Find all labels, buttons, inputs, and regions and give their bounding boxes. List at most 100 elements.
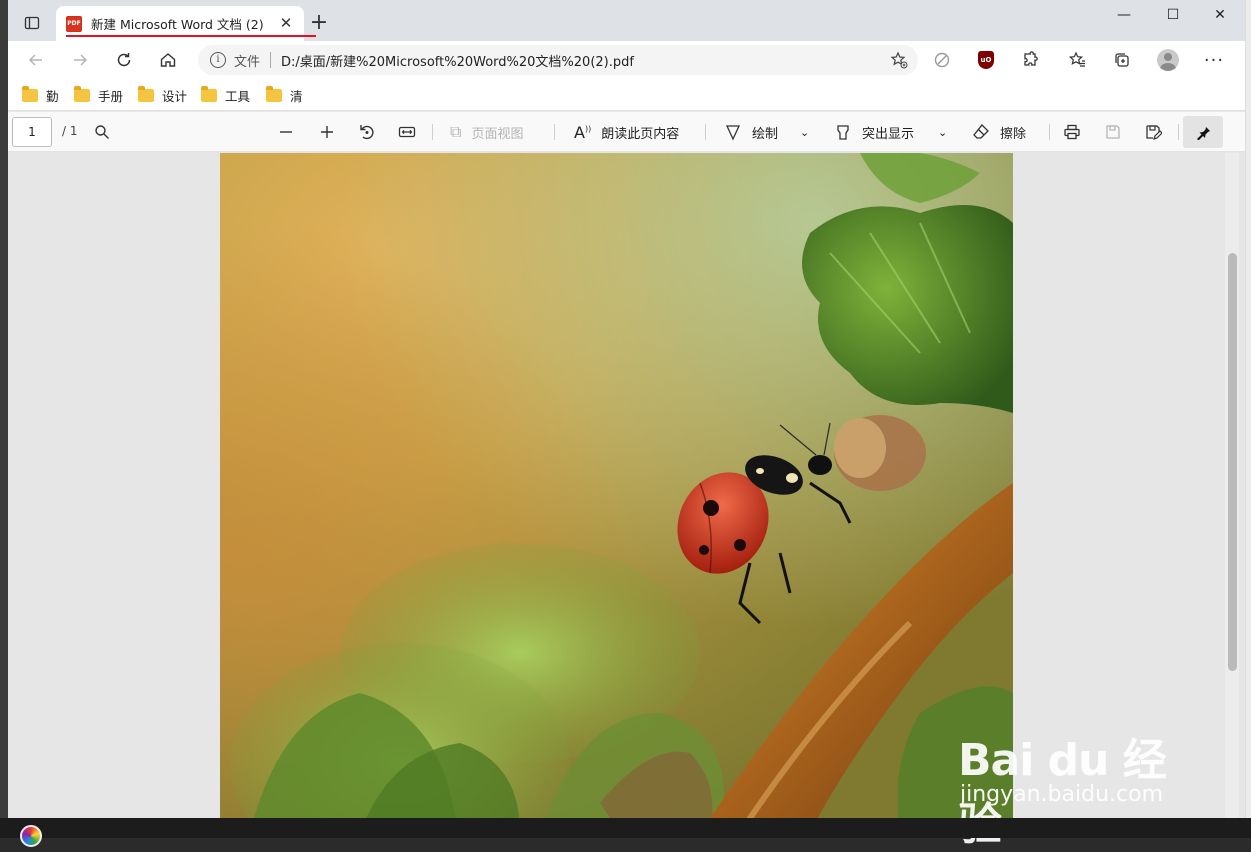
profile-button[interactable] <box>1156 49 1180 71</box>
zoom-in-button[interactable] <box>319 121 335 143</box>
close-window-button[interactable]: ✕ <box>1197 0 1243 30</box>
page-total: / 1 <box>62 124 78 138</box>
maximize-button[interactable]: ☐ <box>1150 0 1196 30</box>
tracking-icon <box>934 52 950 68</box>
taskbar <box>0 818 1251 847</box>
save-as-icon <box>1146 125 1162 140</box>
zoom-out-icon <box>280 131 292 133</box>
folder-icon <box>22 85 38 102</box>
folder-icon <box>138 85 154 102</box>
find-button[interactable] <box>94 121 110 143</box>
folder-icon <box>74 85 90 102</box>
pdf-icon: PDF <box>66 15 82 32</box>
bookmark-folder-5[interactable]: 清 <box>266 85 303 105</box>
read-aloud-button[interactable]: A)) 朗读此页内容 <box>574 121 679 143</box>
minimize-button[interactable]: — <box>1101 0 1147 30</box>
draw-label: 绘制 <box>752 126 779 142</box>
extensions-button[interactable] <box>1018 49 1042 71</box>
tab-bar: PDF 新建 Microsoft Word 文档 (2).pdf ✕ + — ☐… <box>8 0 1245 41</box>
bookmark-label: 手册 <box>98 88 124 104</box>
bookmark-folder-1[interactable]: 勤 <box>22 85 59 105</box>
address-bar[interactable]: i 文件 D:/桌面/新建%20Microsoft%20Word%20文档%20… <box>198 45 918 75</box>
background-window-edge <box>1245 0 1251 820</box>
save-icon <box>1106 125 1120 139</box>
scrollbar-thumb[interactable] <box>1228 253 1237 671</box>
page-view-button[interactable]: ⧉ 页面视图 <box>450 121 523 143</box>
info-icon[interactable]: i <box>210 52 226 68</box>
ublock-icon: uO <box>978 51 994 69</box>
toolbar-divider <box>554 124 555 140</box>
refresh-button[interactable] <box>110 47 138 73</box>
forward-arrow-icon <box>74 54 88 66</box>
back-button[interactable] <box>22 47 50 73</box>
add-favorite-icon[interactable] <box>890 51 908 73</box>
bookmark-folder-2[interactable]: 手册 <box>74 85 123 105</box>
ladybug-photo <box>220 153 1013 818</box>
watermark-url: jingyan.baidu.com <box>960 782 1164 807</box>
home-icon <box>160 53 176 67</box>
favorites-button[interactable] <box>1066 49 1090 71</box>
toolbar-divider <box>1049 124 1050 140</box>
save-button[interactable] <box>1104 121 1122 143</box>
tab-active[interactable]: PDF 新建 Microsoft Word 文档 (2).pdf ✕ <box>56 6 316 41</box>
print-button[interactable] <box>1063 121 1081 143</box>
page-number-input[interactable]: 1 <box>12 117 52 147</box>
print-icon <box>1064 124 1080 140</box>
more-button[interactable]: ··· <box>1202 49 1226 71</box>
tab-title: 新建 Microsoft Word 文档 (2).pdf <box>91 17 263 32</box>
erase-button[interactable]: 擦除 <box>972 121 1026 143</box>
bookmark-folder-3[interactable]: 设计 <box>138 85 187 105</box>
draw-button[interactable]: 绘制 <box>724 121 778 143</box>
highlight-options-button[interactable]: ⌄ <box>938 121 947 143</box>
forward-button[interactable] <box>66 47 94 73</box>
tracking-prevention-button[interactable] <box>930 49 954 71</box>
draw-options-button[interactable]: ⌄ <box>800 121 809 143</box>
address-divider <box>270 52 272 68</box>
highlight-label: 突出显示 <box>862 126 915 142</box>
fit-width-button[interactable] <box>398 121 416 143</box>
url-text[interactable]: D:/桌面/新建%20Microsoft%20Word%20文档%20(2).p… <box>281 51 634 70</box>
back-arrow-icon <box>28 54 42 66</box>
start-button-icon[interactable] <box>20 825 42 847</box>
erase-icon <box>973 124 989 139</box>
rotate-icon <box>360 125 374 140</box>
pin-icon <box>1197 125 1210 140</box>
ublock-extension-button[interactable]: uO <box>974 49 998 71</box>
bookmark-folder-4[interactable]: 工具 <box>201 85 250 105</box>
page-view-label: 页面视图 <box>471 126 524 142</box>
bookmark-label: 工具 <box>225 88 251 104</box>
save-as-button[interactable] <box>1144 121 1162 143</box>
highlight-button[interactable]: 突出显示 <box>834 121 914 143</box>
profile-icon <box>1157 49 1179 71</box>
page-view-icon: ⧉ <box>450 122 462 141</box>
tab-actions-button[interactable] <box>18 10 46 36</box>
new-tab-button[interactable]: + <box>304 10 334 38</box>
zoom-in-icon <box>321 126 333 138</box>
folder-icon <box>201 85 217 102</box>
bookmark-label: 设计 <box>162 88 188 104</box>
pdf-toolbar: 1 / 1 ⧉ 页面视图 A)) 朗读此页内容 绘制 ⌄ 突出显示 ⌄ 擦除 <box>8 112 1245 152</box>
toolbar-divider <box>1178 124 1179 140</box>
favorites-icon <box>1069 51 1085 67</box>
bookmark-label: 清 <box>290 88 303 104</box>
collections-button[interactable] <box>1110 49 1134 71</box>
scheme-label: 文件 <box>234 54 261 70</box>
folder-icon <box>266 85 282 102</box>
tab-close-icon[interactable]: ✕ <box>278 15 294 31</box>
baidu-watermark: Bai du 经验 jingyan.baidu.com <box>958 700 1198 850</box>
refresh-icon <box>117 53 131 67</box>
home-button[interactable] <box>154 47 182 73</box>
zoom-out-button[interactable] <box>278 121 294 143</box>
toolbar-divider <box>705 124 706 140</box>
rotate-button[interactable] <box>358 121 376 143</box>
chevron-down-icon: ⌄ <box>800 125 810 139</box>
chevron-down-icon: ⌄ <box>938 125 948 139</box>
pin-toolbar-button[interactable] <box>1183 116 1223 148</box>
read-aloud-icon: A)) <box>574 122 592 142</box>
draw-icon <box>725 125 741 141</box>
fit-width-icon <box>398 126 416 138</box>
navigation-bar: i 文件 D:/桌面/新建%20Microsoft%20Word%20文档%20… <box>8 41 1245 79</box>
more-icon: ··· <box>1203 49 1225 71</box>
search-icon <box>95 125 109 139</box>
vertical-scrollbar[interactable] <box>1225 153 1239 818</box>
